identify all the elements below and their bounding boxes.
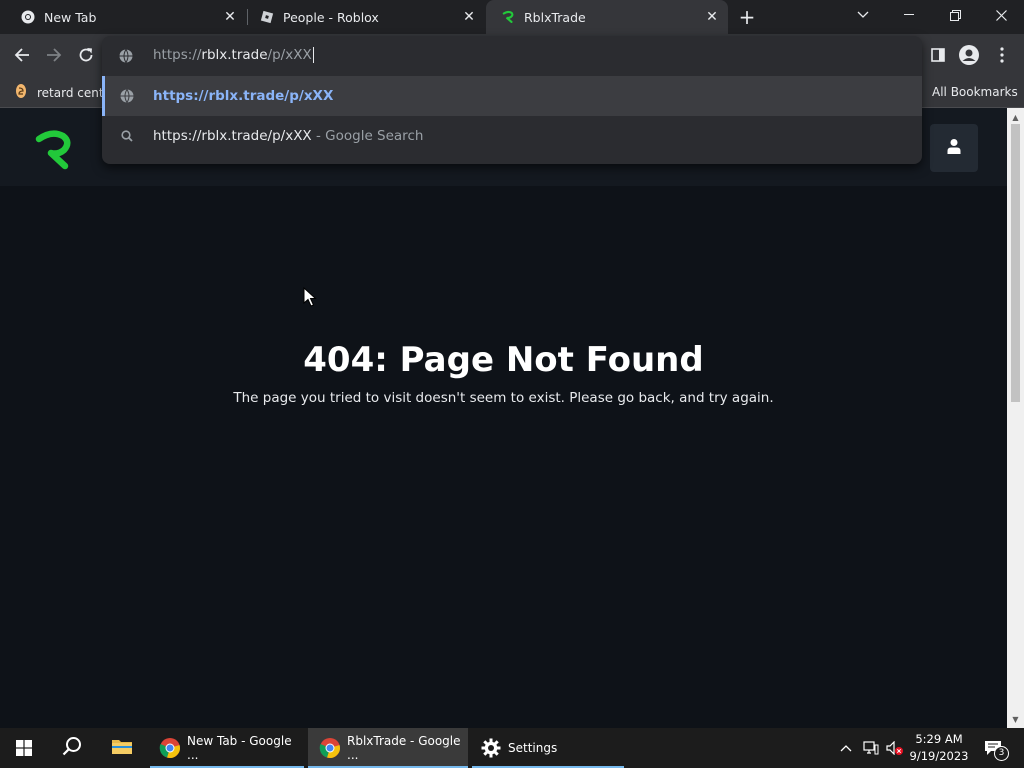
taskbar-app-label: RblxTrade - Google ... bbox=[347, 734, 461, 762]
error-description: The page you tried to visit doesn't seem… bbox=[233, 390, 774, 406]
roblox-icon bbox=[259, 9, 275, 25]
file-explorer-button[interactable] bbox=[98, 728, 146, 768]
tab-strip: New Tab ✕ People - Roblox ✕ RblxTrade ✕ … bbox=[0, 0, 1024, 34]
url-host: rblx.trade bbox=[201, 47, 268, 63]
search-icon bbox=[117, 130, 137, 142]
url-scheme: https:// bbox=[153, 47, 202, 63]
windows-taskbar: New Tab - Google ... RblxTrade - Google … bbox=[0, 728, 1024, 768]
taskbar-app-label: Settings bbox=[508, 741, 558, 755]
suggestion-search[interactable]: https://rblx.trade/p/xXX - Google Search bbox=[102, 116, 922, 156]
address-bar[interactable]: https://rblx.trade/p/xXX bbox=[102, 36, 922, 74]
chrome-icon bbox=[319, 737, 341, 759]
account-button[interactable] bbox=[930, 124, 978, 172]
tab-title: RblxTrade bbox=[524, 9, 586, 25]
mouse-cursor-icon bbox=[303, 286, 317, 307]
tab-new-tab[interactable]: New Tab ✕ bbox=[0, 0, 246, 34]
new-tab-button[interactable]: + bbox=[735, 5, 759, 29]
taskbar-app-new-tab[interactable]: New Tab - Google ... bbox=[150, 728, 304, 768]
scroll-down-icon[interactable]: ▼ bbox=[1007, 712, 1024, 726]
bookmark-favicon-icon bbox=[15, 83, 27, 102]
clock-time: 5:29 AM bbox=[915, 732, 963, 746]
menu-icon[interactable] bbox=[990, 43, 1014, 67]
tab-title: People - Roblox bbox=[283, 9, 379, 25]
chrome-icon bbox=[20, 9, 36, 25]
taskbar-app-label: New Tab - Google ... bbox=[187, 734, 292, 762]
notification-count-badge: 3 bbox=[994, 746, 1009, 761]
suggestion-query-suffix: - Google Search bbox=[311, 128, 424, 144]
back-icon[interactable] bbox=[10, 43, 34, 67]
error-title: 404: Page Not Found bbox=[303, 340, 704, 380]
close-tab-icon[interactable]: ✕ bbox=[702, 7, 722, 27]
page-viewport: 404: Page Not Found The page you tried t… bbox=[0, 108, 1007, 728]
tab-title: New Tab bbox=[44, 9, 97, 25]
close-tab-icon[interactable]: ✕ bbox=[459, 7, 479, 27]
tab-people-roblox[interactable]: People - Roblox ✕ bbox=[239, 0, 485, 34]
user-icon bbox=[947, 138, 961, 158]
search-button[interactable] bbox=[48, 728, 96, 768]
restore-icon[interactable] bbox=[932, 0, 978, 30]
tab-rblxtrade[interactable]: RblxTrade ✕ bbox=[486, 0, 728, 34]
page-scrollbar[interactable]: ▲ ▼ bbox=[1007, 108, 1024, 728]
gear-icon bbox=[481, 738, 501, 758]
all-bookmarks-label: All Bookmarks bbox=[932, 84, 1018, 99]
volume-muted-icon[interactable] bbox=[884, 728, 906, 768]
clock-date: 9/19/2023 bbox=[909, 749, 969, 763]
folder-icon bbox=[111, 737, 133, 759]
chevron-up-icon[interactable] bbox=[836, 728, 856, 768]
reload-icon[interactable] bbox=[74, 43, 98, 67]
search-icon bbox=[62, 736, 82, 760]
notification-center-button[interactable]: 3 bbox=[978, 728, 1009, 768]
taskbar-app-settings[interactable]: Settings bbox=[472, 728, 624, 768]
address-text: https://rblx.trade/p/xXX bbox=[153, 47, 314, 63]
globe-icon bbox=[117, 89, 137, 103]
forward-icon[interactable] bbox=[42, 43, 66, 67]
suggestion-url[interactable]: https://rblx.trade/p/xXX bbox=[102, 76, 922, 116]
notification-icon: 3 bbox=[984, 740, 1009, 761]
chrome-icon bbox=[159, 737, 181, 759]
clock[interactable]: 5:29 AM 9/19/2023 bbox=[904, 731, 974, 765]
profile-icon[interactable] bbox=[957, 43, 981, 67]
taskbar-app-rblxtrade[interactable]: RblxTrade - Google ... bbox=[308, 728, 468, 768]
globe-icon bbox=[119, 48, 133, 67]
close-tab-icon[interactable]: ✕ bbox=[220, 7, 240, 27]
suggestion-url-text: https://rblx.trade/p/xXX bbox=[153, 88, 334, 104]
bookmark-item[interactable]: retard centra bbox=[15, 83, 116, 102]
all-bookmarks-button[interactable]: All Bookmarks bbox=[918, 83, 1018, 100]
text-caret bbox=[312, 47, 314, 63]
tab-search-icon[interactable] bbox=[840, 0, 886, 30]
start-button[interactable] bbox=[0, 728, 48, 768]
suggestion-query-text: https://rblx.trade/p/xXX bbox=[153, 128, 312, 144]
scroll-up-icon[interactable]: ▲ bbox=[1007, 110, 1024, 124]
minimize-icon[interactable] bbox=[886, 0, 932, 30]
network-icon[interactable] bbox=[860, 728, 882, 768]
side-panel-icon[interactable] bbox=[926, 43, 950, 67]
omnibox-dropdown: https://rblx.trade/p/xXX https://rblx.tr… bbox=[102, 36, 922, 164]
close-window-icon[interactable] bbox=[978, 0, 1024, 30]
scroll-thumb[interactable] bbox=[1011, 124, 1020, 402]
rblxtrade-logo-icon[interactable] bbox=[34, 130, 74, 170]
rblxtrade-logo-icon bbox=[500, 9, 516, 25]
url-path: /p/xXX bbox=[267, 47, 312, 63]
